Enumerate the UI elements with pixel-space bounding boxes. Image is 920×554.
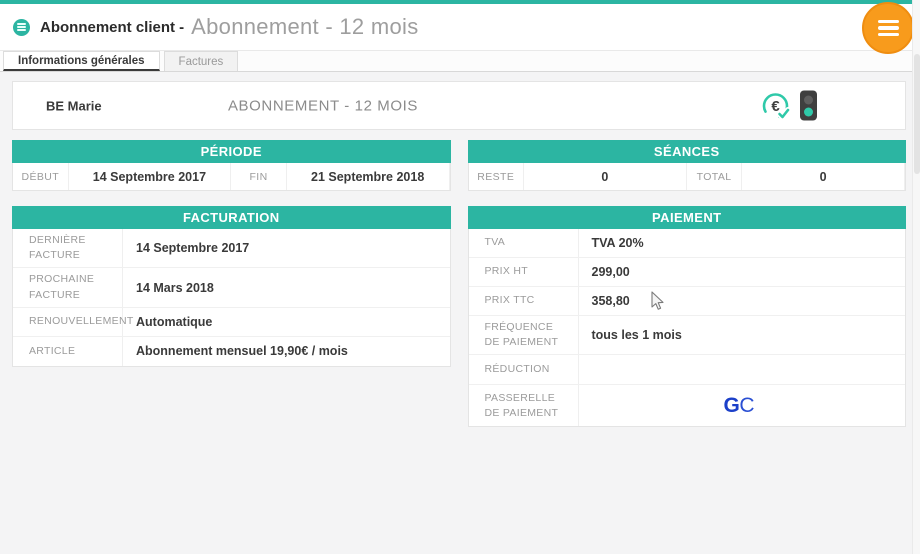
prix-ttc-label: PRIX TTC <box>469 287 579 315</box>
passerelle-paiement-label: PASSERELLE DE PAIEMENT <box>469 385 579 427</box>
article-value: Abonnement mensuel 19,90€ / mois <box>136 344 348 359</box>
seances-reste-value: 0 <box>523 163 687 190</box>
table-row: PRIX HT 299,00 <box>468 258 905 287</box>
traffic-light-on-lamp <box>804 107 813 116</box>
table-row: FRÉQUENCE DE PAIEMENT tous les 1 mois <box>468 316 905 356</box>
periode-table-header: PÉRIODE <box>12 140 451 163</box>
vertical-scrollbar[interactable] <box>912 0 920 554</box>
periode-debut-value: 14 Septembre 2017 <box>67 163 232 190</box>
passerelle-paiement-value: GC <box>579 385 906 426</box>
hamburger-menu-icon <box>877 20 899 36</box>
prochaine-facture-label: PROCHAINE FACTURE <box>13 268 123 307</box>
table-row: DERNIÈRE FACTURE 14 Septembre 2017 <box>13 229 450 269</box>
table-row: PASSERELLE DE PAIEMENT GC <box>469 385 906 427</box>
gocardless-logo: GC <box>723 393 754 417</box>
table-row: PROCHAINE FACTURE 14 Mars 2018 <box>13 268 450 308</box>
periode-table: PÉRIODE DÉBUT 14 Septembre 2017 FIN 21 S… <box>12 140 451 191</box>
tva-value: TVA 20% <box>591 236 644 250</box>
tab-bar: Informations générales Factures <box>0 51 920 72</box>
frequence-paiement-label: FRÉQUENCE DE PAIEMENT <box>469 316 579 355</box>
seances-reste-label: RESTE <box>477 170 515 183</box>
traffic-light-off-lamp <box>804 95 813 104</box>
article-label: ARTICLE <box>13 336 123 366</box>
subscription-list-icon <box>13 18 30 36</box>
client-name: BE Marie <box>46 98 102 113</box>
reduction-value <box>579 355 906 384</box>
periode-fin-value: 21 Septembre 2018 <box>285 163 450 190</box>
menu-fab-button[interactable] <box>862 2 914 54</box>
traffic-light-status-icon[interactable] <box>800 90 817 121</box>
periode-fin-label: FIN <box>249 170 268 183</box>
frequence-paiement-value: tous les 1 mois <box>591 328 682 343</box>
scrollbar-thumb[interactable] <box>914 54 920 174</box>
prix-ht-value: 299,00 <box>591 265 630 279</box>
client-subscription-banner: BE Marie ABONNEMENT - 12 MOIS € <box>12 81 906 130</box>
table-row: RENOUVELLEMENT Automatique <box>13 307 450 337</box>
paiement-table-header: PAIEMENT <box>467 206 906 229</box>
paiement-table: PAIEMENT TVA TVA 20% PRIX HT 299,00 PRIX… <box>467 206 906 428</box>
main-content: BE Marie ABONNEMENT - 12 MOIS € PÉRIODE <box>0 73 912 554</box>
page-subtitle: Abonnement - 12 mois <box>191 14 419 39</box>
tab-factures[interactable]: Factures <box>163 51 239 71</box>
seances-table: SÉANCES RESTE 0 TOTAL 0 <box>467 140 906 191</box>
derniere-facture-value: 14 Septembre 2017 <box>136 241 250 256</box>
table-row: DÉBUT 14 Septembre 2017 FIN 21 Septembre… <box>13 163 450 190</box>
prochaine-facture-value: 14 Mars 2018 <box>136 280 214 295</box>
table-row: ARTICLE Abonnement mensuel 19,90€ / mois <box>13 336 450 366</box>
table-row: TVA TVA 20% <box>468 229 905 258</box>
facturation-table-header: FACTURATION <box>12 206 451 229</box>
facturation-table: FACTURATION DERNIÈRE FACTURE 14 Septembr… <box>12 206 451 367</box>
renouvellement-label: RENOUVELLEMENT <box>13 307 133 336</box>
tva-label: TVA <box>469 229 579 257</box>
table-row: RÉDUCTION <box>468 355 906 386</box>
page-title: Abonnement client - <box>40 18 185 36</box>
seances-table-header: SÉANCES <box>467 140 906 163</box>
renouvellement-value: Automatique <box>136 314 213 329</box>
table-row: RESTE 0 TOTAL 0 <box>469 163 905 190</box>
prix-ht-label: PRIX HT <box>469 258 579 286</box>
seances-total-label: TOTAL <box>696 170 732 183</box>
app-header: Abonnement client - Abonnement - 12 mois <box>0 4 920 51</box>
table-row: PRIX TTC 358,80 <box>468 287 905 316</box>
periode-debut-label: DÉBUT <box>21 170 60 183</box>
derniere-facture-label: DERNIÈRE FACTURE <box>13 229 123 268</box>
tab-informations-generales[interactable]: Informations générales <box>3 51 160 71</box>
euro-paid-icon[interactable]: € <box>760 90 791 121</box>
reduction-label: RÉDUCTION <box>469 355 579 385</box>
prix-ttc-value: 358,80 <box>591 294 630 308</box>
subscription-name: ABONNEMENT - 12 MOIS <box>227 97 419 114</box>
seances-total-value: 0 <box>741 163 905 190</box>
